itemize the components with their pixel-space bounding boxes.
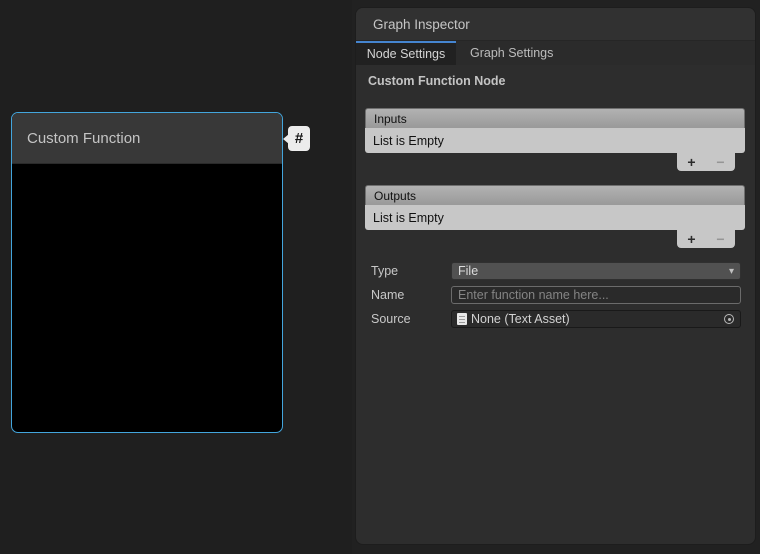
outputs-list-footer: + −	[677, 230, 735, 248]
text-asset-icon	[457, 313, 467, 325]
outputs-add-button[interactable]: +	[687, 231, 695, 247]
object-picker-icon[interactable]	[724, 314, 734, 324]
type-dropdown-value: File	[458, 264, 478, 278]
inputs-remove-button[interactable]: −	[716, 154, 724, 170]
inputs-list-footer: + −	[677, 153, 735, 171]
outputs-empty-label: List is Empty	[373, 211, 444, 225]
source-label: Source	[365, 312, 451, 326]
source-object-value: None (Text Asset)	[471, 312, 570, 326]
node-header[interactable]: Custom Function	[12, 113, 282, 164]
outputs-list-header: Outputs	[365, 185, 745, 205]
outputs-list-body: List is Empty	[365, 205, 745, 230]
inspector-title: Graph Inspector	[373, 17, 470, 32]
graph-canvas[interactable]: Custom Function #	[0, 0, 352, 554]
outputs-list-header-label: Outputs	[374, 189, 416, 203]
name-input[interactable]	[451, 286, 741, 304]
name-label: Name	[365, 288, 451, 302]
inspector-panel-column: Graph Inspector Node Settings Graph Sett…	[352, 0, 760, 554]
chevron-down-icon: ▾	[729, 266, 734, 277]
section-title: Custom Function Node	[368, 74, 743, 88]
tab-node-settings[interactable]: Node Settings	[356, 41, 456, 65]
graph-inspector-window: Graph Inspector Node Settings Graph Sett…	[355, 7, 756, 545]
inspector-titlebar[interactable]: Graph Inspector	[356, 8, 755, 41]
inspector-tabbar: Node Settings Graph Settings	[356, 41, 755, 65]
inputs-list: Inputs List is Empty + −	[365, 108, 745, 173]
node-title: Custom Function	[27, 130, 140, 147]
source-object-field[interactable]: None (Text Asset)	[451, 310, 741, 328]
property-rows: Type File ▾ Name Source None (Text Asset…	[356, 262, 755, 328]
tab-graph-settings-label: Graph Settings	[470, 46, 553, 60]
inputs-list-footer-row: + −	[365, 153, 745, 173]
inputs-empty-label: List is Empty	[373, 134, 444, 148]
outputs-list-footer-row: + −	[365, 230, 745, 250]
inputs-list-header: Inputs	[365, 108, 745, 128]
source-row: Source None (Text Asset)	[365, 310, 741, 328]
hash-icon: #	[295, 130, 303, 147]
name-field-wrap	[451, 286, 741, 304]
inputs-list-body: List is Empty	[365, 128, 745, 153]
tab-node-settings-label: Node Settings	[367, 47, 446, 61]
custom-function-node[interactable]: Custom Function	[11, 112, 283, 433]
inputs-add-button[interactable]: +	[687, 154, 695, 170]
inputs-list-header-label: Inputs	[374, 112, 407, 126]
type-row: Type File ▾	[365, 262, 741, 280]
type-dropdown[interactable]: File ▾	[451, 262, 741, 280]
outputs-list: Outputs List is Empty + −	[365, 185, 745, 250]
node-hash-badge[interactable]: #	[288, 126, 310, 151]
outputs-remove-button[interactable]: −	[716, 231, 724, 247]
name-row: Name	[365, 286, 741, 304]
type-label: Type	[365, 264, 451, 278]
tab-graph-settings[interactable]: Graph Settings	[456, 41, 567, 65]
